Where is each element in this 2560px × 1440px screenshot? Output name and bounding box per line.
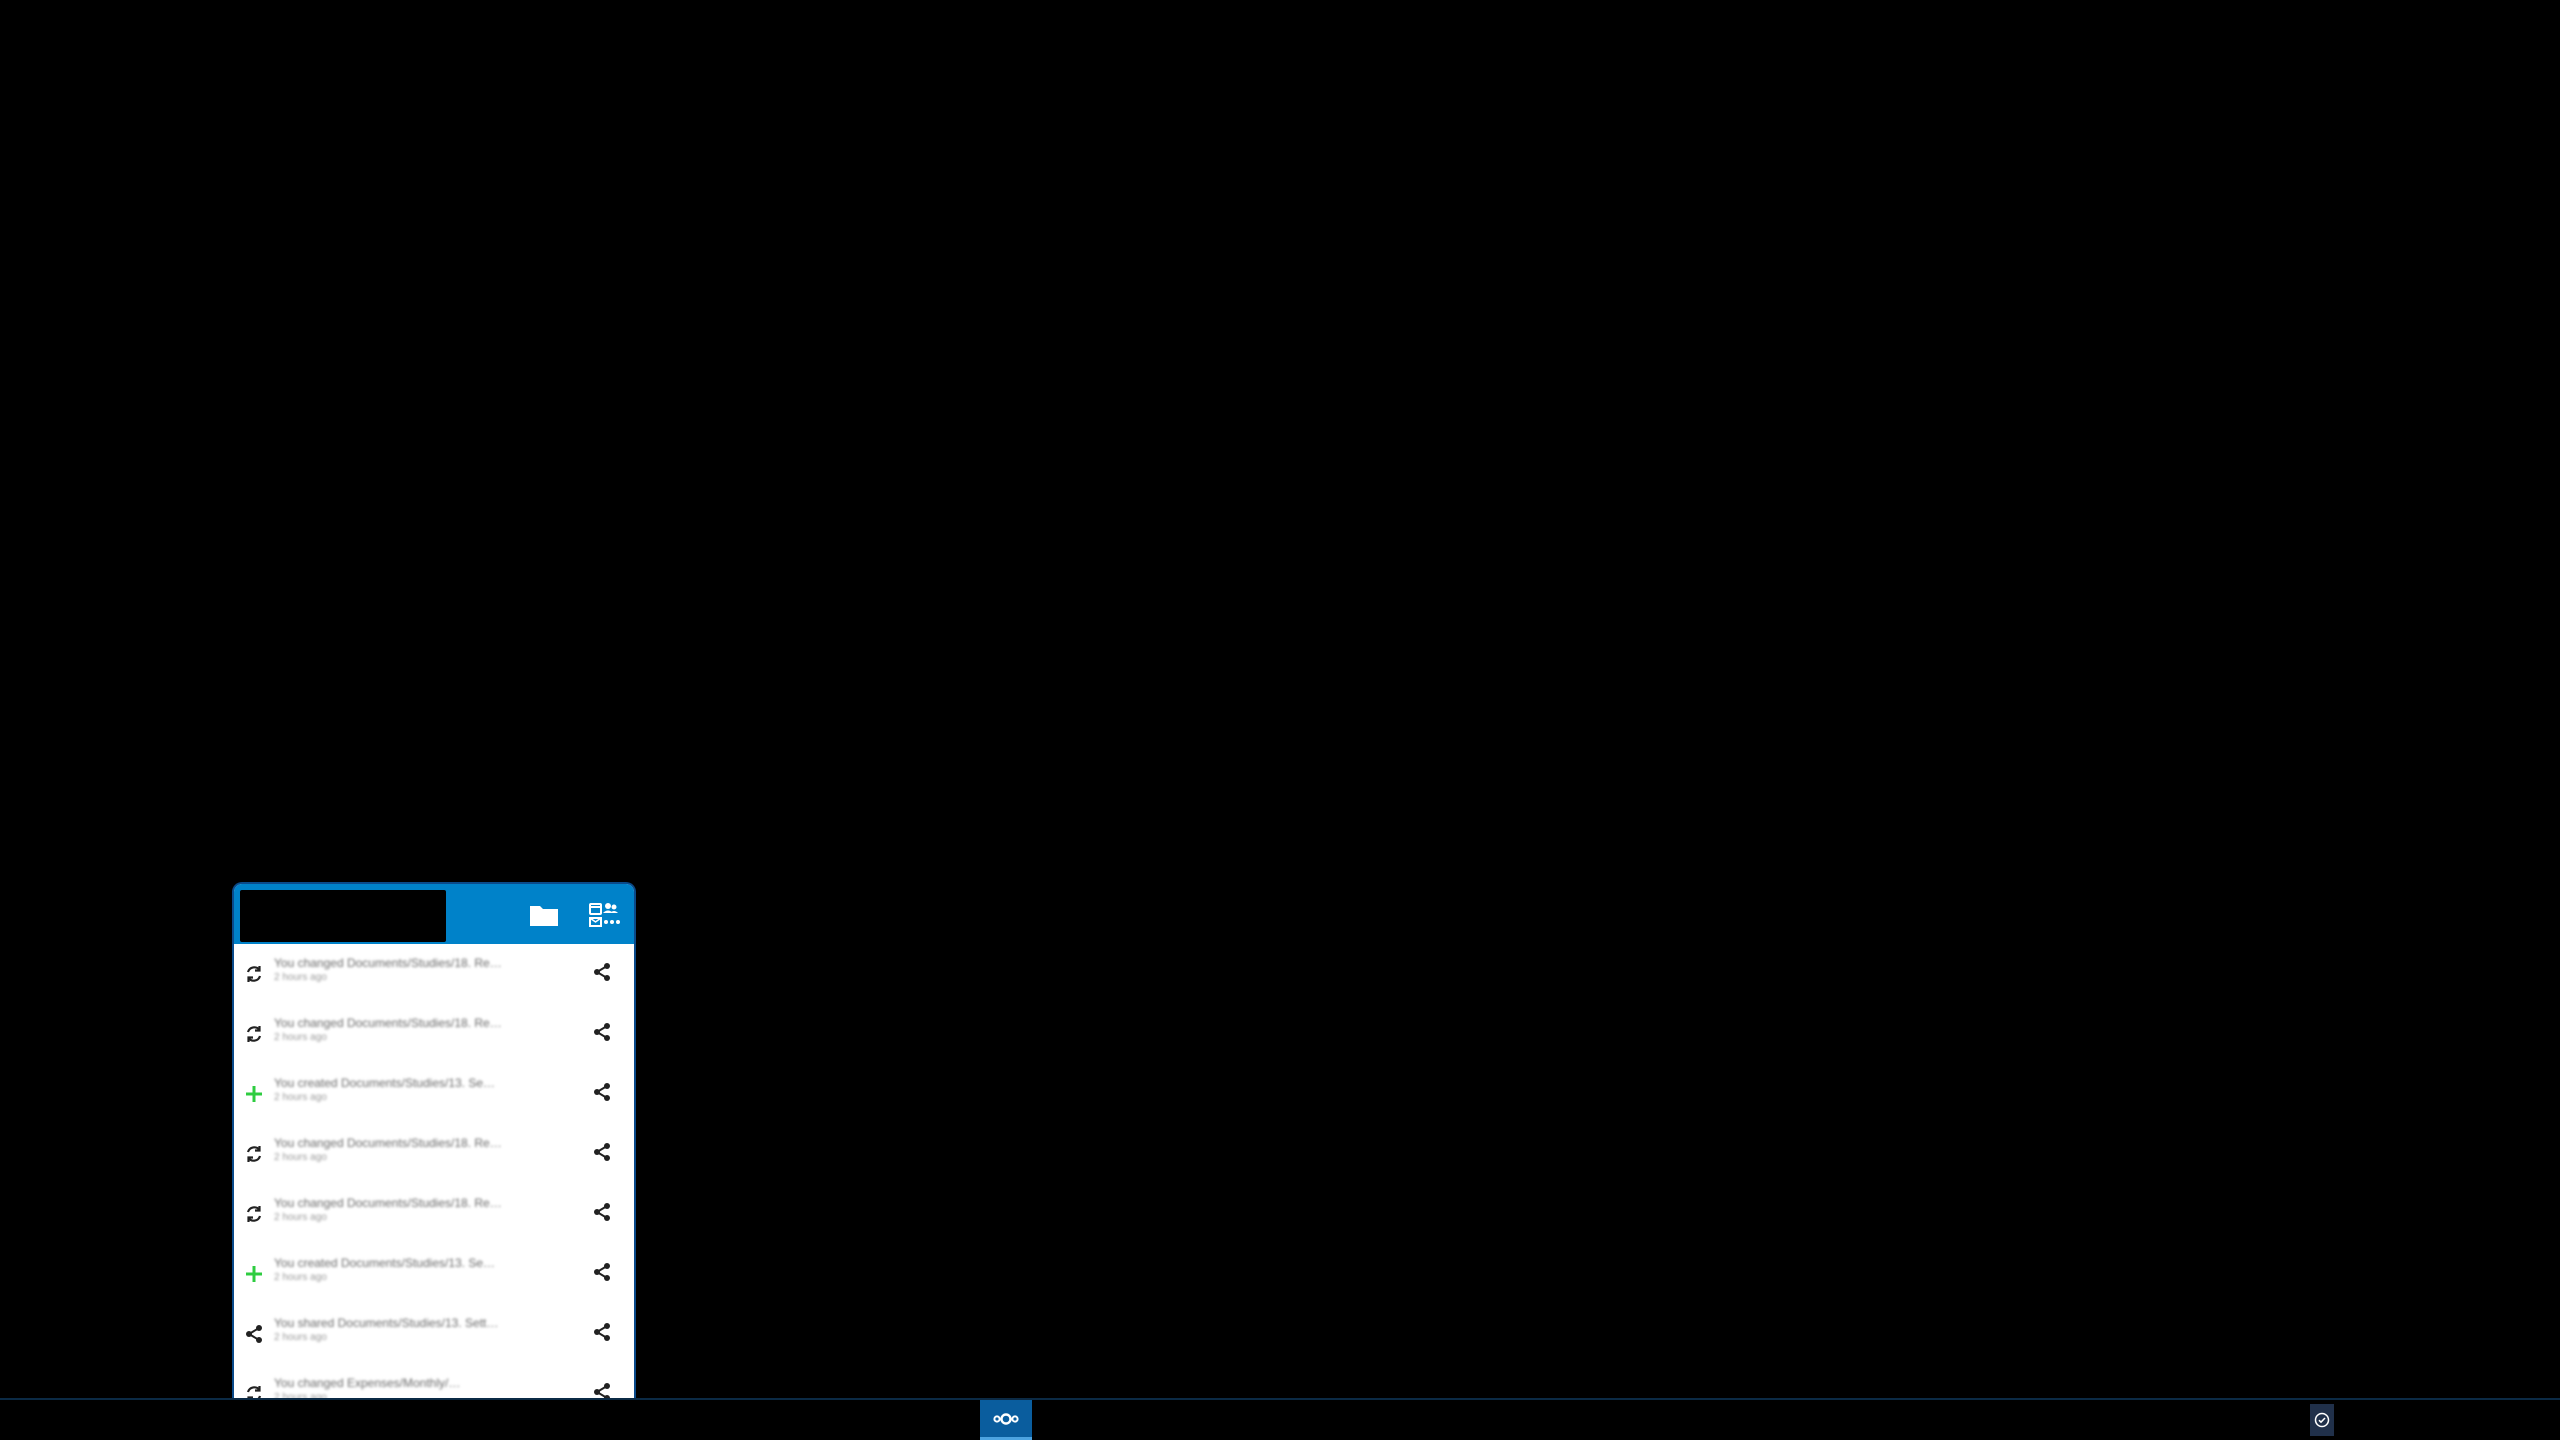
activity-item[interactable]: You changed Documents/Studies/18. Re… 2 h…	[234, 1184, 634, 1244]
share-icon	[242, 1322, 266, 1346]
nextcloud-tray-button[interactable]	[980, 1400, 1032, 1440]
plus-icon	[242, 1082, 266, 1106]
activity-time: 2 hours ago	[274, 972, 327, 983]
activity-title: You created Documents/Studies/13. Se…	[274, 1256, 496, 1270]
share-button[interactable]	[588, 1320, 616, 1348]
nextcloud-tray-popup: You changed Documents/Studies/18. Re… 2 h…	[234, 884, 634, 1398]
check-circle-icon	[2314, 1412, 2330, 1428]
activity-time: 2 hours ago	[274, 1272, 327, 1283]
activity-time: 2 hours ago	[274, 1392, 327, 1398]
sync-icon	[242, 1382, 266, 1398]
share-button[interactable]	[588, 960, 616, 988]
taskbar	[0, 1398, 2560, 1440]
activity-title: You changed Documents/Studies/18. Re…	[274, 1016, 502, 1030]
popup-header	[234, 884, 634, 944]
activity-item[interactable]: You changed Documents/Studies/18. Re… 2 h…	[234, 1124, 634, 1184]
activity-item[interactable]: You changed Expenses/Monthly/… 2 hours ag…	[234, 1364, 634, 1398]
activity-time: 2 hours ago	[274, 1332, 327, 1343]
share-button[interactable]	[588, 1140, 616, 1168]
activity-text: You changed Documents/Studies/18. Re… 2 h…	[274, 1016, 544, 1045]
share-icon	[592, 1262, 612, 1287]
activity-text: You created Documents/Studies/13. Se… 2 h…	[274, 1076, 544, 1105]
activity-text: You changed Documents/Studies/18. Re… 2 h…	[274, 1196, 544, 1225]
activity-time: 2 hours ago	[274, 1032, 327, 1043]
share-button[interactable]	[588, 1020, 616, 1048]
share-icon	[592, 962, 612, 987]
activity-title: You created Documents/Studies/13. Se…	[274, 1076, 496, 1090]
folder-icon	[530, 906, 558, 926]
activity-text: You shared Documents/Studies/13. Sett… 2 …	[274, 1316, 544, 1345]
share-button[interactable]	[588, 1260, 616, 1288]
activity-item[interactable]: You shared Documents/Studies/13. Sett… 2 …	[234, 1304, 634, 1364]
sync-icon	[242, 1142, 266, 1166]
sync-icon	[242, 1022, 266, 1046]
share-button[interactable]	[588, 1080, 616, 1108]
activity-title: You changed Documents/Studies/18. Re…	[274, 956, 502, 970]
share-icon	[592, 1082, 612, 1107]
activity-time: 2 hours ago	[274, 1092, 327, 1103]
status-tray-button[interactable]	[2310, 1404, 2334, 1436]
share-icon	[592, 1022, 612, 1047]
activity-title: You changed Documents/Studies/18. Re…	[274, 1196, 502, 1210]
share-button[interactable]	[588, 1380, 616, 1398]
activity-list: You changed Documents/Studies/18. Re… 2 h…	[234, 944, 634, 1398]
activity-item[interactable]: You changed Documents/Studies/18. Re… 2 h…	[234, 944, 634, 1004]
apps-grid-icon	[589, 903, 620, 927]
activity-time: 2 hours ago	[274, 1212, 327, 1223]
activity-text: You changed Documents/Studies/18. Re… 2 h…	[274, 1136, 544, 1165]
share-icon	[592, 1202, 612, 1227]
apps-menu-button[interactable]	[580, 892, 628, 938]
activity-item[interactable]: You changed Documents/Studies/18. Re… 2 h…	[234, 1004, 634, 1064]
sync-icon	[242, 1202, 266, 1226]
account-selector[interactable]	[240, 890, 446, 942]
share-button[interactable]	[588, 1200, 616, 1228]
activity-time: 2 hours ago	[274, 1152, 327, 1163]
share-icon	[592, 1382, 612, 1398]
open-files-button[interactable]	[520, 892, 568, 938]
activity-text: You changed Documents/Studies/18. Re… 2 h…	[274, 956, 544, 985]
nextcloud-icon	[993, 1412, 1019, 1425]
sync-icon	[242, 962, 266, 986]
activity-text: You created Documents/Studies/13. Se… 2 h…	[274, 1256, 544, 1285]
activity-title: You changed Expenses/Monthly/…	[274, 1376, 461, 1390]
activity-item[interactable]: You created Documents/Studies/13. Se… 2 h…	[234, 1064, 634, 1124]
share-icon	[592, 1142, 612, 1167]
activity-item[interactable]: You created Documents/Studies/13. Se… 2 h…	[234, 1244, 634, 1304]
share-icon	[592, 1322, 612, 1347]
activity-title: You changed Documents/Studies/18. Re…	[274, 1136, 502, 1150]
plus-icon	[242, 1262, 266, 1286]
activity-title: You shared Documents/Studies/13. Sett…	[274, 1316, 499, 1330]
activity-text: You changed Expenses/Monthly/… 2 hours ag…	[274, 1376, 544, 1398]
